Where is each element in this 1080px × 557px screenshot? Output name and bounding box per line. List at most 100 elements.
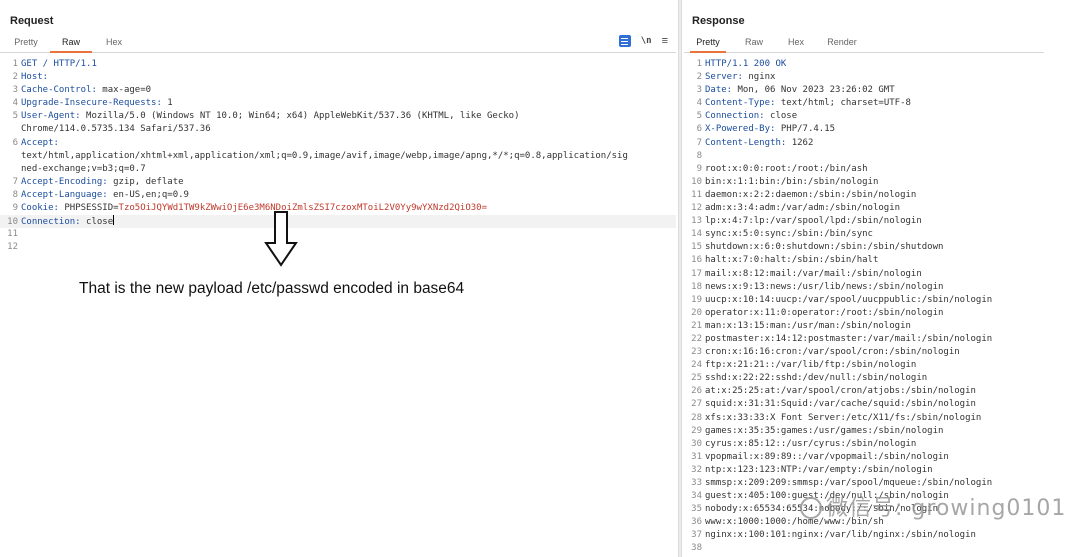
line-number: 27 — [691, 399, 702, 410]
header-name: GET / HTTP/1.1 — [21, 59, 97, 69]
body-line: news:x:9:13:news:/usr/lib/news:/sbin/nol… — [705, 281, 944, 292]
code-line: 9 Cookie: PHPSESSID=Tzo5OiJQYWd1TW9kZWwiO… — [0, 202, 676, 215]
header-value: close — [764, 111, 798, 122]
line-number: 3 — [12, 85, 18, 96]
header-name: Accept-Encoding: — [21, 176, 108, 187]
line-number: 24 — [691, 360, 702, 371]
line-number: 21 — [691, 320, 702, 331]
code-line: 31 vpopmail:x:89:89::/var/vpopmail:/sbin/… — [684, 451, 1044, 464]
body-line: daemon:x:2:2:daemon:/sbin:/sbin/nologin — [705, 189, 917, 200]
tab-pretty[interactable]: Pretty — [10, 35, 42, 51]
cookie-payload: Tzo5OiJQYWd1TW9kZWwiOjE6e3M6NDoiZmlsZSI7… — [118, 203, 488, 214]
line-number: 7 — [12, 176, 18, 187]
tab-hex[interactable]: Hex — [784, 35, 808, 51]
code-line: 1 HTTP/1.1 200 OK — [684, 58, 1044, 71]
header-name: Content-Type: — [705, 98, 776, 109]
header-name: Cookie: — [21, 203, 59, 214]
header-continuation: Chrome/114.0.5735.134 Safari/537.36 — [21, 124, 211, 135]
panel-divider[interactable] — [678, 0, 682, 557]
line-number: 23 — [691, 347, 702, 358]
code-line: 5 User-Agent: Mozilla/5.0 (Windows NT 10.… — [0, 110, 676, 123]
body-line: cron:x:16:16:cron:/var/spool/cron:/sbin/… — [705, 347, 960, 358]
line-number: 33 — [691, 478, 702, 488]
response-viewer[interactable]: 1 HTTP/1.1 200 OK 2 Server: nginx 3 Date: Mon… — [684, 53, 1044, 556]
header-value: text/html; charset=UTF-8 — [775, 98, 911, 109]
tab-raw[interactable]: Raw — [742, 35, 766, 51]
code-line: 21 man:x:13:15:man:/usr/man:/sbin/nologin — [684, 320, 1044, 333]
line-number: 13 — [691, 216, 702, 227]
header-name: Connection: — [21, 217, 81, 228]
response-panel: Response Pretty Raw Hex Render 1 HTTP/1.1… — [684, 0, 1044, 557]
line-number: 38 — [691, 543, 702, 554]
code-line: 2 Host: — [0, 71, 676, 84]
header-value: PHP/7.4.15 — [775, 124, 836, 135]
header-name: Content-Length: — [705, 137, 787, 148]
code-line: 5 Connection: close — [684, 110, 1044, 123]
code-line: 1 GET / HTTP/1.1 — [0, 58, 676, 71]
line-number: 34 — [691, 491, 702, 502]
code-line: 29 games:x:35:35:games:/usr/games:/sbin/n… — [684, 425, 1044, 438]
line-number: 12 — [691, 203, 702, 214]
line-number: 11 — [7, 229, 18, 240]
body-line: uucp:x:10:14:uucp:/var/spool/uucppublic:… — [705, 294, 993, 305]
tab-hex[interactable]: Hex — [100, 35, 128, 51]
line-number: 4 — [12, 98, 18, 109]
code-line: 38 — [684, 542, 1044, 555]
header-value: gzip, deflate — [107, 176, 184, 187]
line-number: 6 — [696, 124, 702, 135]
header-name: User-Agent: — [21, 111, 81, 122]
line-number: 28 — [691, 412, 702, 423]
code-line: 9 root:x:0:0:root:/root:/bin/ash — [684, 163, 1044, 176]
code-line: 3 Date: Mon, 06 Nov 2023 23:26:02 GMT — [684, 84, 1044, 97]
tab-raw[interactable]: Raw — [50, 35, 92, 53]
line-number: 2 — [12, 72, 18, 83]
header-name: Accept: — [21, 137, 59, 148]
code-line: 7 Content-Length: 1262 — [684, 137, 1044, 150]
header-name: Host: — [21, 72, 49, 83]
code-line: 17 mail:x:8:12:mail:/var/mail:/sbin/nolog… — [684, 268, 1044, 281]
line-number: 25 — [691, 373, 702, 384]
annotation-text: That is the new payload /etc/passwd enco… — [79, 280, 465, 297]
header-name: Server: — [705, 72, 743, 83]
header-value: max-age=0 — [96, 85, 152, 96]
menu-icon[interactable]: ≡ — [662, 35, 668, 47]
line-number: 2 — [696, 72, 702, 83]
header-value: 1 — [161, 98, 173, 109]
body-line: operator:x:11:0:operator:/root:/sbin/nol… — [705, 307, 944, 318]
newline-icon[interactable]: \n — [641, 36, 652, 46]
code-line: Chrome/114.0.5735.134 Safari/537.36 — [0, 123, 676, 136]
line-number: 6 — [12, 137, 18, 148]
tab-render[interactable]: Render — [824, 35, 860, 51]
code-line: 13 lp:x:4:7:lp:/var/spool/lpd:/sbin/nolog… — [684, 215, 1044, 228]
body-line: sync:x:5:0:sync:/sbin:/bin/sync — [705, 229, 873, 240]
line-number: 37 — [691, 530, 702, 541]
code-line: 18 news:x:9:13:news:/usr/lib/news:/sbin/n… — [684, 281, 1044, 294]
line-number: 8 — [12, 189, 18, 200]
wrap-lines-icon[interactable] — [618, 35, 631, 47]
line-number: 12 — [7, 242, 18, 253]
body-line: at:x:25:25:at:/var/spool/cron/atjobs:/sb… — [705, 386, 976, 397]
header-name: Cache-Control: — [21, 85, 97, 96]
right-margin — [1044, 0, 1080, 557]
line-number: 32 — [691, 464, 702, 475]
request-title: Request — [10, 15, 54, 27]
body-line: squid:x:31:31:Squid:/var/cache/squid:/sb… — [705, 399, 976, 410]
code-line: 14 sync:x:5:0:sync:/sbin:/bin/sync — [684, 228, 1044, 241]
response-title: Response — [692, 15, 745, 27]
line-number: 9 — [12, 203, 18, 214]
line-number: 8 — [696, 150, 702, 161]
body-line: mail:x:8:12:mail:/var/mail:/sbin/nologin — [705, 268, 922, 279]
body-line: man:x:13:15:man:/usr/man:/sbin/nologin — [705, 320, 911, 331]
header-value: en-US,en;q=0.9 — [107, 189, 189, 200]
header-value: Mozilla/5.0 (Windows NT 10.0; Win64; x64… — [80, 111, 520, 122]
header-name: X-Powered-By: — [705, 124, 776, 135]
request-editor[interactable]: 1 GET / HTTP/1.1 2 Host: 3 Cache-Control: max… — [0, 53, 676, 254]
code-line: 24 ftp:x:21:21::/var/lib/ftp:/sbin/nologi… — [684, 359, 1044, 372]
line-number: 14 — [691, 229, 702, 240]
header-value: Mon, 06 Nov 2023 23:26:02 GMT — [732, 85, 895, 96]
code-line: 12 — [0, 241, 676, 254]
body-line: root:x:0:0:root:/root:/bin/ash — [705, 163, 868, 174]
body-line: nginx:x:100:101:nginx:/var/lib/nginx:/sb… — [705, 530, 976, 541]
code-line: ned-exchange;v=b3;q=0.7 — [0, 163, 676, 176]
tab-pretty[interactable]: Pretty — [690, 35, 726, 53]
